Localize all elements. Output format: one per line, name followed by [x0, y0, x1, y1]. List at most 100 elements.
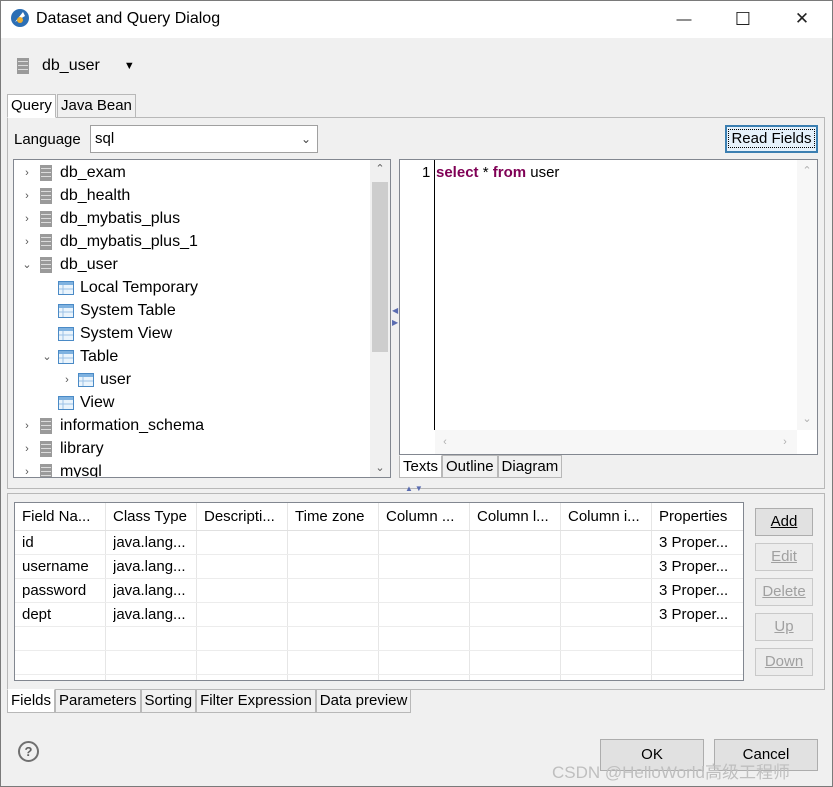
chevron-right-icon[interactable]: › — [20, 466, 34, 478]
chevron-right-icon[interactable]: › — [20, 167, 34, 179]
edit-button[interactable]: Edit — [755, 543, 813, 571]
scroll-right-icon[interactable]: › — [775, 433, 795, 451]
tree-item[interactable]: ⌄ Table — [40, 345, 118, 368]
chevron-right-icon[interactable]: › — [20, 190, 34, 202]
tree-item[interactable]: System Table — [40, 299, 176, 322]
minimize-button[interactable]: — — [661, 0, 707, 38]
table-cell: java.lang... — [113, 534, 186, 551]
scroll-up-icon[interactable]: ⌃ — [370, 160, 390, 178]
chevron-right-icon[interactable]: › — [20, 443, 34, 455]
read-fields-button[interactable]: Read Fields — [725, 125, 818, 153]
maximize-button[interactable]: ☐ — [720, 0, 766, 38]
database-icon — [34, 440, 60, 457]
vertical-sash[interactable]: ◀ ▶ — [392, 305, 398, 329]
scroll-down-icon[interactable]: ⌄ — [370, 459, 390, 477]
scroll-up-icon[interactable]: ⌃ — [797, 162, 817, 180]
database-icon — [34, 187, 60, 204]
tree-item-label: System View — [80, 324, 173, 342]
tab-data-preview[interactable]: Data preview — [315, 689, 412, 713]
datasource-selector[interactable]: db_user ▼ — [16, 54, 135, 78]
table-row[interactable] — [15, 627, 743, 651]
tree-item-label: db_mybatis_plus — [60, 209, 181, 227]
help-icon[interactable]: ? — [18, 741, 39, 762]
language-label: Language — [14, 131, 81, 148]
tree-item[interactable]: System View — [40, 322, 172, 345]
tree-item[interactable]: › db_exam — [20, 161, 126, 184]
column-header[interactable]: Class Type — [113, 508, 196, 525]
delete-button[interactable]: Delete — [755, 578, 813, 606]
tree-item[interactable]: ⌄ db_user — [20, 253, 118, 276]
query-editor[interactable]: 1 select * from user ⌃ ⌄ ‹ › — [399, 159, 818, 455]
chevron-down-icon[interactable]: ⌄ — [40, 350, 54, 363]
horizontal-sash[interactable]: ▲▼ — [405, 484, 425, 493]
scroll-left-icon[interactable]: ‹ — [435, 433, 455, 451]
table-icon — [54, 326, 80, 342]
column-header[interactable]: Column l... — [477, 508, 560, 525]
tree-item[interactable]: Local Temporary — [40, 276, 198, 299]
table-icon — [54, 395, 80, 411]
column-header[interactable]: Descripti... — [204, 508, 287, 525]
tree-vertical-scrollbar[interactable]: ⌃ ⌄ — [370, 160, 390, 477]
table-icon — [74, 372, 100, 388]
chevron-right-icon[interactable]: › — [20, 213, 34, 225]
tab-sorting[interactable]: Sorting — [140, 689, 197, 713]
scroll-down-icon[interactable]: ⌄ — [797, 410, 817, 428]
tree-item[interactable]: › db_mybatis_plus_1 — [20, 230, 198, 253]
query-text[interactable]: select * from user — [436, 164, 559, 181]
table-cell: java.lang... — [113, 606, 186, 623]
tree-item-label: user — [100, 370, 132, 388]
table-cell: 3 Proper... — [659, 558, 729, 575]
tab-fields[interactable]: Fields — [7, 689, 56, 713]
tab-texts[interactable]: Texts — [399, 455, 443, 478]
eclipse-app-icon — [11, 9, 29, 27]
database-icon — [34, 463, 60, 477]
line-number-gutter: 1 — [400, 160, 435, 430]
fields-table[interactable]: Field Na... Class Type Descripti... Time zo… — [14, 502, 744, 681]
chevron-right-icon[interactable]: › — [20, 420, 34, 432]
column-header[interactable]: Column ... — [386, 508, 469, 525]
tree-item-label: db_exam — [60, 163, 126, 181]
tree-item[interactable]: › library — [20, 437, 104, 460]
down-button[interactable]: Down — [755, 648, 813, 676]
scroll-thumb[interactable] — [372, 182, 388, 352]
database-icon — [34, 417, 60, 434]
database-icon — [34, 233, 60, 250]
column-header[interactable]: Time zone — [295, 508, 378, 525]
chevron-right-icon[interactable]: › — [20, 236, 34, 248]
tree-item-label: Table — [80, 347, 119, 365]
database-icon — [34, 210, 60, 227]
column-header[interactable]: Column i... — [568, 508, 651, 525]
database-icon — [34, 256, 60, 273]
datasource-name: db_user — [42, 57, 100, 74]
datasource-tree[interactable]: › db_exam › db_health › db_mybatis_plus › db_my… — [13, 159, 391, 478]
editor-horizontal-scrollbar[interactable]: ‹ › — [435, 430, 797, 454]
tree-item[interactable]: › user — [60, 368, 131, 391]
column-header[interactable]: Field Na... — [22, 508, 105, 525]
chevron-down-icon[interactable]: ⌄ — [20, 258, 34, 271]
add-button[interactable]: Add — [755, 508, 813, 536]
chevron-right-icon[interactable]: › — [60, 374, 74, 386]
tree-item[interactable]: View — [40, 391, 114, 414]
tree-item[interactable]: › mysql — [20, 460, 102, 478]
tree-item-label: db_health — [60, 186, 131, 204]
chevron-down-icon[interactable]: ▼ — [124, 60, 135, 72]
tab-parameters[interactable]: Parameters — [55, 689, 141, 713]
tree-item[interactable]: › information_schema — [20, 414, 204, 437]
tab-java-bean[interactable]: Java Bean — [57, 94, 136, 118]
language-select[interactable]: sql ⌄ — [90, 125, 318, 153]
tree-item[interactable]: › db_mybatis_plus — [20, 207, 180, 230]
column-header[interactable]: Properties — [659, 508, 743, 525]
tab-outline[interactable]: Outline — [442, 455, 498, 478]
tab-filter-expression[interactable]: Filter Expression — [196, 689, 316, 713]
editor-vertical-scrollbar[interactable]: ⌃ ⌄ — [797, 160, 817, 430]
tab-diagram[interactable]: Diagram — [497, 455, 563, 478]
close-button[interactable]: ✕ — [779, 0, 825, 38]
tree-item-label: mysql — [60, 462, 102, 478]
sql-keyword: from — [492, 164, 527, 181]
up-button[interactable]: Up — [755, 613, 813, 641]
title-bar: Dataset and Query Dialog — ☐ ✕ — [0, 0, 833, 38]
tree-item[interactable]: › db_health — [20, 184, 130, 207]
tab-query[interactable]: Query — [7, 94, 56, 118]
table-row[interactable] — [15, 651, 743, 675]
tree-item-label: Local Temporary — [80, 278, 198, 296]
